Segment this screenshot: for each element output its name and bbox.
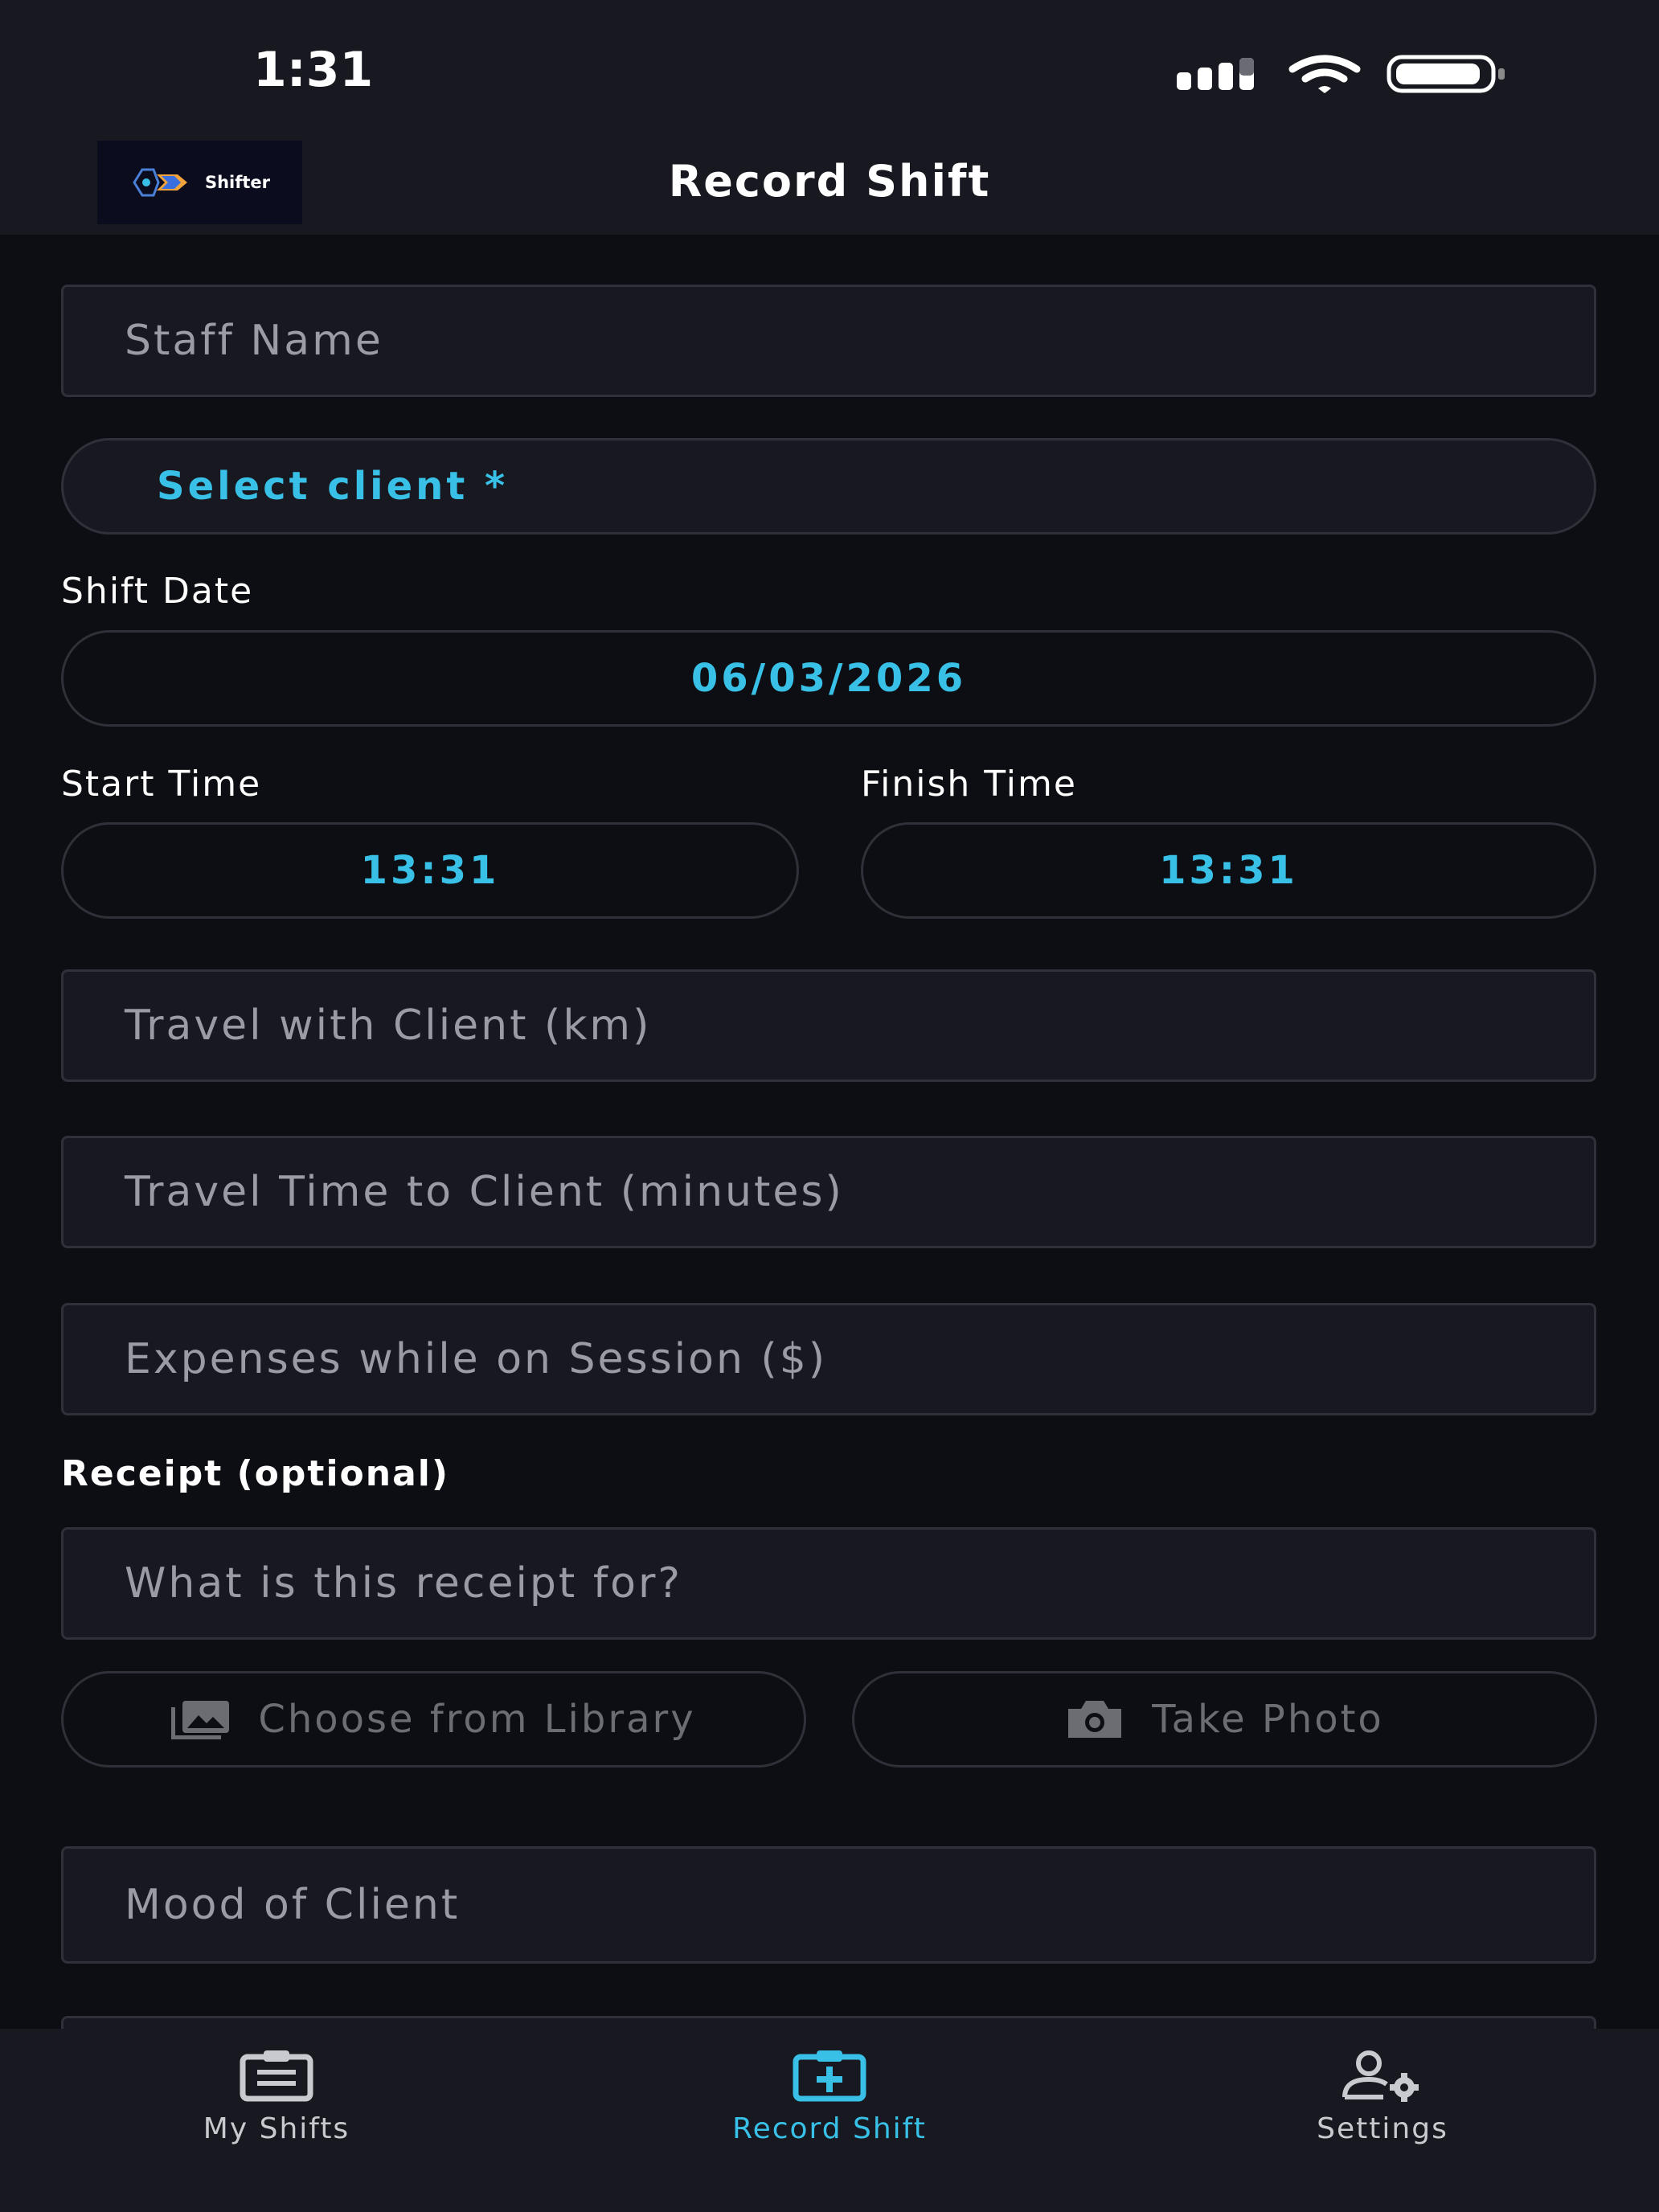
expenses-input[interactable]: Expenses while on Session ($) — [61, 1303, 1596, 1415]
shift-date-picker[interactable]: 06/03/2026 — [61, 630, 1596, 727]
expenses-placeholder: Expenses while on Session ($) — [125, 1335, 828, 1383]
take-photo-label: Take Photo — [1152, 1697, 1384, 1742]
tab-settings-label: Settings — [1317, 2112, 1448, 2145]
take-photo-button[interactable]: Take Photo — [852, 1671, 1597, 1768]
staff-name-input[interactable]: Staff Name — [61, 285, 1596, 397]
tab-my-shifts-label: My Shifts — [203, 2112, 350, 2145]
shift-date-value: 06/03/2026 — [690, 656, 967, 701]
page-title: Record Shift — [668, 156, 991, 207]
app-header: Shifter Record Shift — [0, 129, 1659, 235]
select-client-button[interactable]: Select client * — [61, 438, 1596, 535]
finish-time-value: 13:31 — [1159, 848, 1298, 893]
status-bar: 1:31 — [0, 0, 1659, 129]
select-client-label: Select client * — [157, 464, 509, 509]
wifi-icon — [1288, 55, 1361, 93]
receipt-description-input[interactable]: What is this receipt for? — [61, 1527, 1596, 1640]
start-time-picker[interactable]: 13:31 — [61, 822, 799, 919]
finish-time-picker[interactable]: 13:31 — [861, 822, 1596, 919]
battery-icon — [1387, 55, 1505, 93]
finish-time-label: Finish Time — [861, 764, 1077, 805]
staff-name-placeholder: Staff Name — [125, 317, 383, 365]
user-gear-icon — [1342, 2050, 1419, 2102]
travel-time-input[interactable]: Travel Time to Client (minutes) — [61, 1136, 1596, 1248]
travel-with-client-input[interactable]: Travel with Client (km) — [61, 969, 1596, 1082]
image-library-icon — [171, 1701, 230, 1739]
mood-of-client-input[interactable]: Mood of Client — [61, 1846, 1596, 1964]
camera-icon — [1068, 1701, 1122, 1738]
travel-time-placeholder: Travel Time to Client (minutes) — [125, 1168, 844, 1216]
clipboard-icon — [240, 2050, 313, 2102]
start-time-label: Start Time — [61, 764, 262, 805]
tab-settings[interactable]: Settings — [1222, 2029, 1543, 2212]
shift-date-label: Shift Date — [61, 571, 254, 612]
cellular-signal-icon — [1177, 58, 1254, 90]
choose-from-library-label: Choose from Library — [258, 1697, 696, 1742]
mood-of-client-placeholder: Mood of Client — [125, 1881, 461, 1929]
start-time-value: 13:31 — [360, 848, 500, 893]
receipt-label: Receipt (optional) — [61, 1453, 449, 1494]
travel-with-client-placeholder: Travel with Client (km) — [125, 1002, 652, 1050]
status-time: 1:31 — [253, 42, 374, 98]
tab-my-shifts[interactable]: My Shifts — [116, 2029, 437, 2212]
medical-case-icon — [793, 2050, 866, 2102]
bottom-tab-bar: My Shifts Record Shift Settings — [0, 2029, 1659, 2212]
tab-record-shift-label: Record Shift — [732, 2112, 927, 2145]
choose-from-library-button[interactable]: Choose from Library — [61, 1671, 806, 1768]
receipt-description-placeholder: What is this receipt for? — [125, 1559, 682, 1608]
tab-record-shift[interactable]: Record Shift — [669, 2029, 990, 2212]
